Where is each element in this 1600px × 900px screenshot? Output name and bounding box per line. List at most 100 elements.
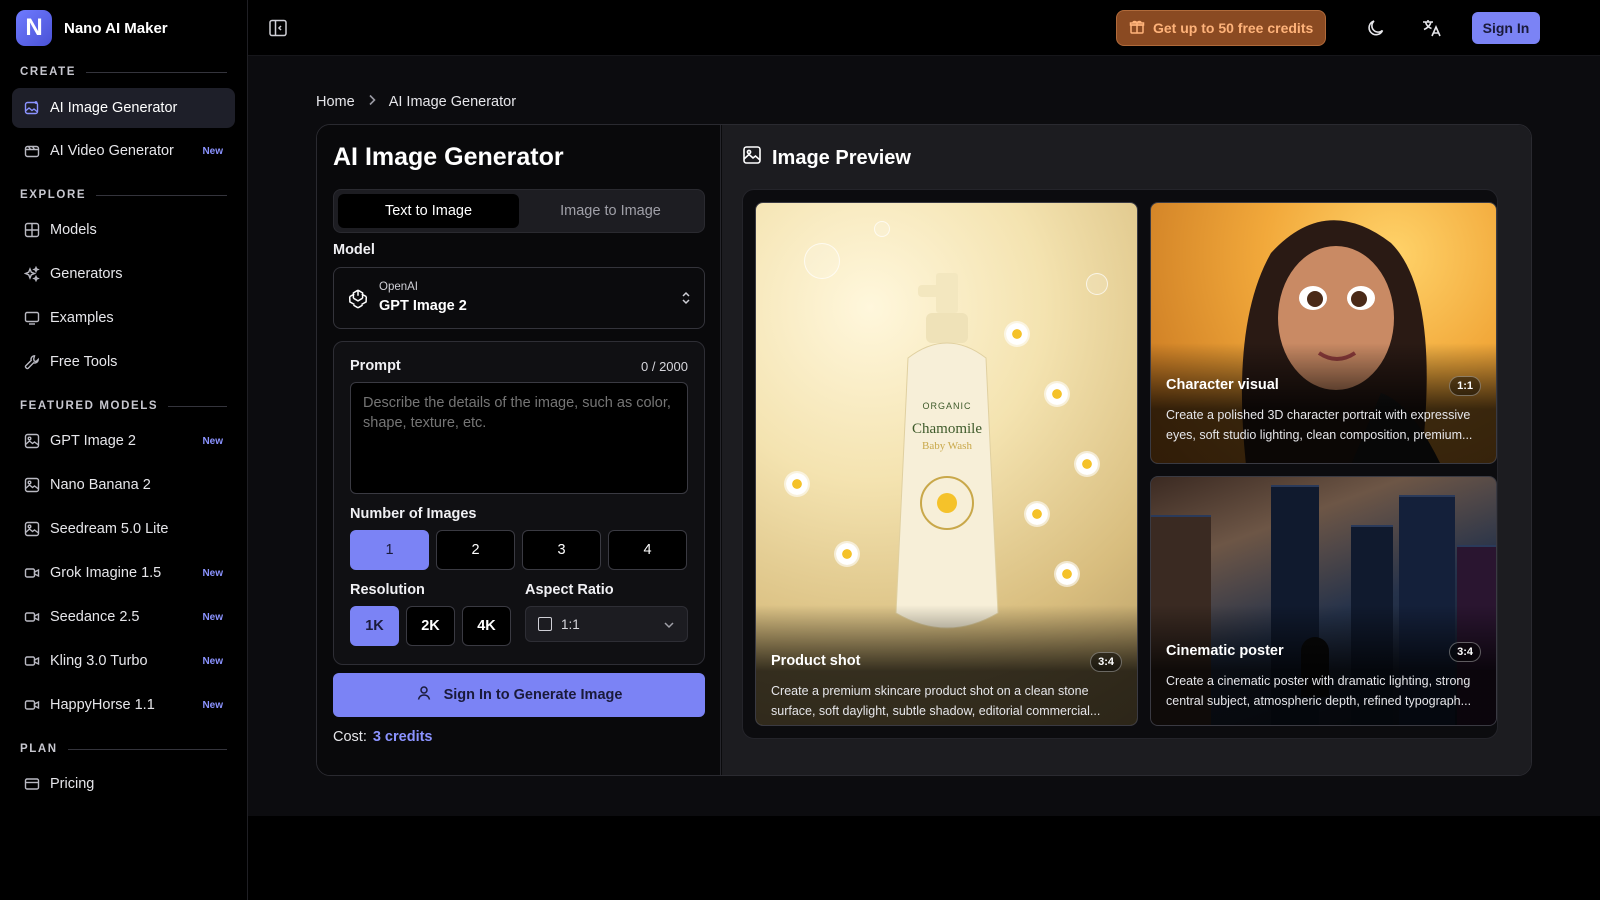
- ratio-badge: 3:4: [1090, 652, 1122, 672]
- monitor-icon: [24, 310, 40, 326]
- moon-icon[interactable]: [1364, 16, 1388, 40]
- example-card-product-shot[interactable]: ORGANIC Chamomile Baby Wash Product shot…: [755, 202, 1138, 726]
- aspect-ratio-select[interactable]: 1:1: [525, 606, 688, 642]
- example-card-cinematic-poster[interactable]: Cinematic poster 3:4 Create a cinematic …: [1150, 476, 1497, 726]
- mode-tabs: Text to Image Image to Image: [333, 189, 705, 233]
- breadcrumb-home[interactable]: Home: [316, 94, 355, 110]
- bottle-label-top: ORGANIC: [922, 401, 972, 411]
- section-plan: PLAN: [20, 743, 227, 755]
- cost-info: Cost: 3 credits: [333, 729, 433, 745]
- sidebar-item-models[interactable]: Models: [12, 210, 235, 250]
- chevron-up-down-icon: [680, 290, 692, 309]
- resolution-option-4k[interactable]: 4K: [462, 606, 511, 646]
- sidebar-item-label: HappyHorse 1.1: [50, 697, 155, 713]
- sparkles-icon: [24, 266, 40, 282]
- brand-name: Nano AI Maker: [64, 19, 168, 37]
- sidebar: N Nano AI Maker CREATE AI Image Generato…: [0, 0, 248, 900]
- num-images-option-4[interactable]: 4: [608, 530, 687, 570]
- sidebar-item-seedream-5-lite[interactable]: Seedream 5.0 Lite: [12, 509, 235, 549]
- example-card-character-visual[interactable]: Character visual 1:1 Create a polished 3…: [1150, 202, 1497, 464]
- model-select[interactable]: OpenAI GPT Image 2: [333, 267, 705, 329]
- sidebar-item-grok-imagine-1-5[interactable]: Grok Imagine 1.5 New: [12, 553, 235, 593]
- model-label: Model: [333, 242, 375, 258]
- example-gallery: ORGANIC Chamomile Baby Wash Product shot…: [742, 189, 1498, 739]
- generate-image-button[interactable]: Sign In to Generate Image: [333, 673, 705, 717]
- daisy-shape: [1046, 383, 1068, 405]
- resolution-option-1k[interactable]: 1K: [350, 606, 399, 646]
- image-icon: [24, 477, 40, 493]
- resolution-label: Resolution: [350, 582, 425, 598]
- sidebar-item-ai-image-generator[interactable]: AI Image Generator: [12, 88, 235, 128]
- sidebar-item-label: Generators: [50, 266, 123, 282]
- num-images-option-3[interactable]: 3: [522, 530, 601, 570]
- ratio-badge: 3:4: [1449, 642, 1481, 662]
- resolution-option-2k[interactable]: 2K: [406, 606, 455, 646]
- cost-value[interactable]: 3 credits: [373, 729, 433, 745]
- bottle-illustration: ORGANIC Chamomile Baby Wash: [888, 273, 1006, 648]
- card-description: Create a polished 3D character portrait …: [1166, 408, 1473, 442]
- sidebar-item-label: Examples: [50, 310, 114, 326]
- sidebar-item-nano-banana-2[interactable]: Nano Banana 2: [12, 465, 235, 505]
- openai-icon: [346, 287, 370, 311]
- tab-text-to-image[interactable]: Text to Image: [338, 194, 519, 228]
- translate-icon[interactable]: [1420, 16, 1444, 40]
- video-icon: [24, 697, 40, 713]
- free-credits-button[interactable]: Get up to 50 free credits: [1116, 10, 1327, 46]
- bubble-shape: [1086, 273, 1108, 295]
- model-provider: OpenAI: [379, 281, 418, 293]
- page-footer-area: [248, 816, 1600, 900]
- grid-icon: [24, 222, 40, 238]
- image-icon: [24, 433, 40, 449]
- sidebar-item-label: Kling 3.0 Turbo: [50, 653, 148, 669]
- sidebar-item-pricing[interactable]: Pricing: [12, 764, 235, 804]
- sidebar-item-ai-video-generator[interactable]: AI Video Generator New: [12, 131, 235, 171]
- card-description: Create a cinematic poster with dramatic …: [1166, 674, 1472, 708]
- new-badge: New: [202, 435, 223, 447]
- sidebar-item-free-tools[interactable]: Free Tools: [12, 342, 235, 382]
- brand[interactable]: N Nano AI Maker: [16, 10, 168, 46]
- main-content: Home AI Image Generator AI Image Generat…: [248, 56, 1600, 816]
- new-badge: New: [202, 699, 223, 711]
- daisy-shape: [1056, 563, 1078, 585]
- sidebar-item-label: AI Video Generator: [50, 143, 174, 159]
- chevron-right-icon: [367, 94, 377, 110]
- num-images-option-2[interactable]: 2: [436, 530, 515, 570]
- new-badge: New: [202, 567, 223, 579]
- brand-logo: N: [16, 10, 52, 46]
- cost-label: Cost:: [333, 729, 367, 745]
- video-icon: [24, 653, 40, 669]
- bubble-shape: [874, 221, 890, 237]
- image-icon: [742, 145, 762, 171]
- image-sparkle-icon: [24, 100, 40, 116]
- card-title: Product shot: [771, 653, 861, 669]
- bubble-shape: [804, 243, 840, 279]
- ratio-badge: 1:1: [1449, 376, 1481, 396]
- number-of-images-label: Number of Images: [350, 506, 477, 522]
- generator-panel: AI Image Generator Text to Image Image t…: [316, 124, 1532, 776]
- sidebar-item-label: Seedance 2.5: [50, 609, 140, 625]
- gift-icon: [1129, 19, 1145, 38]
- sidebar-toggle-icon[interactable]: [268, 18, 288, 38]
- sidebar-item-examples[interactable]: Examples: [12, 298, 235, 338]
- prompt-card: Prompt 0 / 2000 Number of Images 1 2 3 4…: [333, 341, 705, 665]
- sidebar-item-label: AI Image Generator: [50, 100, 178, 116]
- chevron-down-icon: [663, 617, 675, 632]
- model-name: GPT Image 2: [379, 298, 467, 314]
- sidebar-item-label: Grok Imagine 1.5: [50, 565, 162, 581]
- tab-image-to-image[interactable]: Image to Image: [520, 194, 701, 228]
- sidebar-item-label: GPT Image 2: [50, 433, 136, 449]
- sidebar-item-happyhorse-1-1[interactable]: HappyHorse 1.1 New: [12, 685, 235, 725]
- image-icon: [24, 521, 40, 537]
- card-title: Cinematic poster: [1166, 643, 1284, 659]
- num-images-option-1[interactable]: 1: [350, 530, 429, 570]
- new-badge: New: [202, 611, 223, 623]
- sign-in-button[interactable]: Sign In: [1472, 12, 1540, 44]
- prompt-input[interactable]: [350, 382, 688, 494]
- sidebar-item-label: Seedream 5.0 Lite: [50, 521, 169, 537]
- sidebar-item-gpt-image-2[interactable]: GPT Image 2 New: [12, 421, 235, 461]
- sidebar-item-generators[interactable]: Generators: [12, 254, 235, 294]
- sidebar-item-seedance-2-5[interactable]: Seedance 2.5 New: [12, 597, 235, 637]
- bottle-label-sub: Baby Wash: [922, 440, 972, 452]
- wrench-icon: [24, 354, 40, 370]
- sidebar-item-kling-3-turbo[interactable]: Kling 3.0 Turbo New: [12, 641, 235, 681]
